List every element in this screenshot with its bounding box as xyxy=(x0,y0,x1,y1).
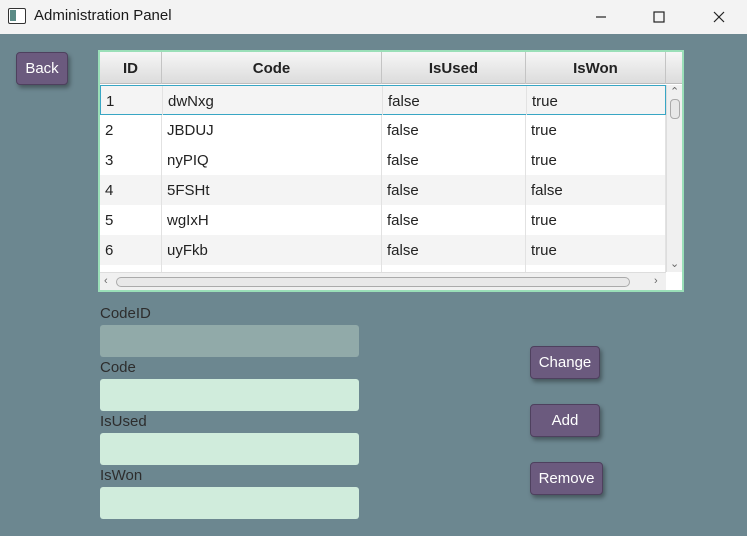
cell-id: 7 xyxy=(100,265,162,272)
cell-iswon: true xyxy=(527,86,666,116)
cell-id: 6 xyxy=(100,235,162,265)
close-button[interactable] xyxy=(696,0,742,34)
minimize-button[interactable] xyxy=(578,0,624,34)
cell-code xyxy=(162,265,382,272)
isused-field[interactable] xyxy=(100,433,359,465)
cell-iswon: true xyxy=(526,115,666,145)
cell-iswon: false xyxy=(526,175,666,205)
cell-isused: false xyxy=(382,175,526,205)
cell-id: 2 xyxy=(100,115,162,145)
table-row[interactable]: 5 wgIxH false true xyxy=(100,205,666,235)
isused-label: IsUsed xyxy=(100,413,147,430)
back-button[interactable]: Back xyxy=(16,52,68,85)
remove-button[interactable]: Remove xyxy=(530,462,603,495)
cell-code: wgIxH xyxy=(162,205,382,235)
codes-table[interactable]: ID Code IsUsed IsWon 1 dwNxg false true … xyxy=(98,50,684,292)
cell-id: 3 xyxy=(100,145,162,175)
maximize-button[interactable] xyxy=(636,0,682,34)
window-title: Administration Panel xyxy=(34,7,172,24)
column-header-iswon[interactable]: IsWon xyxy=(526,52,666,84)
cell-iswon: false xyxy=(526,265,666,272)
close-icon xyxy=(713,11,725,23)
cell-isused: false xyxy=(382,235,526,265)
scroll-left-icon[interactable]: ‹ xyxy=(104,276,108,287)
cell-isused: false xyxy=(382,205,526,235)
cell-id: 5 xyxy=(100,205,162,235)
maximize-icon xyxy=(653,11,665,23)
cell-code: JBDUJ xyxy=(162,115,382,145)
cell-id: 1 xyxy=(101,86,163,116)
cell-iswon: true xyxy=(526,235,666,265)
scroll-down-icon[interactable]: ⌄ xyxy=(670,259,679,270)
add-button[interactable]: Add xyxy=(530,404,600,437)
table-row[interactable]: 2 JBDUJ false true xyxy=(100,115,666,145)
app-window-icon xyxy=(8,8,26,24)
code-field[interactable] xyxy=(100,379,359,411)
table-header: ID Code IsUsed IsWon xyxy=(100,52,682,84)
cell-isused: false xyxy=(382,115,526,145)
cell-code: dwNxg xyxy=(163,86,383,116)
cell-code: nyPIQ xyxy=(162,145,382,175)
scroll-up-icon[interactable]: ⌃ xyxy=(670,87,679,98)
title-bar: Administration Panel xyxy=(0,0,747,34)
column-header-isused[interactable]: IsUsed xyxy=(382,52,526,84)
vertical-scrollbar[interactable]: ⌃ ⌄ xyxy=(666,85,682,272)
codeid-field[interactable] xyxy=(100,325,359,357)
iswon-field[interactable] xyxy=(100,487,359,519)
table-row[interactable]: 6 uyFkb false true xyxy=(100,235,666,265)
table-row[interactable]: 7 false false xyxy=(100,265,666,272)
codeid-label: CodeID xyxy=(100,305,151,322)
scroll-right-icon[interactable]: › xyxy=(654,276,658,287)
cell-id: 4 xyxy=(100,175,162,205)
change-button[interactable]: Change xyxy=(530,346,600,379)
cell-isused: false xyxy=(383,86,527,116)
cell-iswon: true xyxy=(526,145,666,175)
cell-isused: false xyxy=(382,145,526,175)
table-row[interactable]: 1 dwNxg false true xyxy=(100,85,666,116)
column-header-id[interactable]: ID xyxy=(100,52,162,84)
minimize-icon xyxy=(596,16,606,18)
code-label: Code xyxy=(100,359,136,376)
cell-isused: false xyxy=(382,265,526,272)
cell-code: uyFkb xyxy=(162,235,382,265)
table-row[interactable]: 3 nyPIQ false true xyxy=(100,145,666,175)
cell-iswon: true xyxy=(526,205,666,235)
iswon-label: IsWon xyxy=(100,467,143,484)
vertical-scroll-thumb[interactable] xyxy=(670,99,680,119)
horizontal-scrollbar[interactable]: ‹ › xyxy=(100,272,666,290)
horizontal-scroll-thumb[interactable] xyxy=(116,277,630,287)
table-row[interactable]: 4 5FSHt false false xyxy=(100,175,666,205)
column-header-code[interactable]: Code xyxy=(162,52,382,84)
cell-code: 5FSHt xyxy=(162,175,382,205)
table-body: 1 dwNxg false true 2 JBDUJ false true 3 … xyxy=(100,85,666,272)
